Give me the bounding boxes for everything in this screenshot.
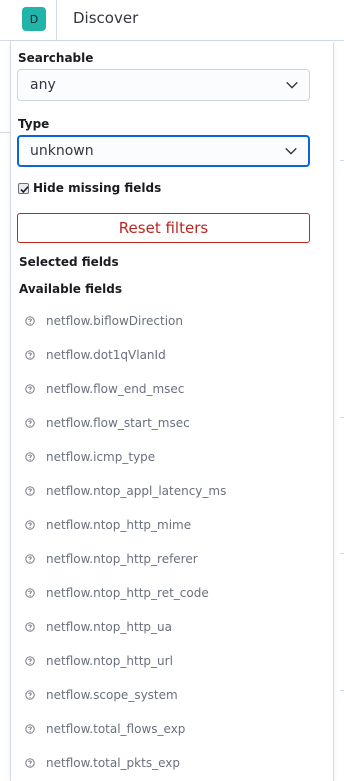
field-name: netflow.biflowDirection [46,314,183,328]
field-name: netflow.ntop_http_url [46,654,173,668]
divider [0,132,10,133]
divider [56,0,57,41]
checkmark-icon [20,185,29,193]
field-name: netflow.total_pkts_exp [46,756,180,770]
question-circle-icon [25,350,35,360]
type-select-value: unknown [30,143,94,159]
question-circle-icon [25,486,35,496]
question-circle-icon [25,452,35,462]
question-circle-icon [25,384,35,394]
field-name: netflow.dot1qVlanId [46,348,166,362]
field-list-item[interactable]: netflow.ntop_http_ret_code [25,584,209,602]
field-name: netflow.ntop_appl_latency_ms [46,484,227,498]
field-list-item[interactable]: netflow.total_flows_exp [25,720,185,738]
field-list-item[interactable]: netflow.ntop_http_url [25,652,173,670]
field-list-item[interactable]: netflow.ntop_http_referer [25,550,198,568]
hide-missing-fields-toggle[interactable]: Hide missing fields [18,181,161,195]
field-name: netflow.scope_system [46,688,178,702]
field-list-item[interactable]: netflow.ntop_http_ua [25,618,172,636]
field-name: netflow.icmp_type [46,450,156,464]
field-list-item[interactable]: netflow.total_pkts_exp [25,754,180,772]
field-list-item[interactable]: netflow.icmp_type [25,448,155,466]
question-circle-icon [25,690,35,700]
divider [340,690,344,691]
field-list-item[interactable]: netflow.flow_end_msec [25,380,184,398]
searchable-select-value: any [30,77,56,93]
field-name: netflow.ntop_http_referer [46,552,198,566]
question-circle-icon [25,588,35,598]
app-badge[interactable]: D [22,7,46,31]
searchable-select[interactable]: any [17,69,310,101]
type-select[interactable]: unknown [17,135,310,167]
divider [340,553,344,554]
question-circle-icon [25,520,35,530]
hide-missing-checkbox[interactable] [18,182,29,194]
top-bar: D Discover [0,0,344,41]
searchable-label: Searchable [18,51,94,65]
available-fields-title: Available fields [19,282,123,296]
field-filter-panel: Searchable any Type unknown Hide missing… [10,42,334,781]
question-circle-icon [25,758,35,768]
hide-missing-label: Hide missing fields [33,181,162,195]
field-name: netflow.total_flows_exp [46,722,186,736]
divider [340,417,344,418]
field-list-item[interactable]: netflow.ntop_appl_latency_ms [25,482,226,500]
question-circle-icon [25,622,35,632]
field-name: netflow.ntop_http_mime [46,518,192,532]
field-list-item[interactable]: netflow.biflowDirection [25,312,183,330]
type-label: Type [18,117,50,131]
field-name: netflow.flow_end_msec [46,382,185,396]
question-circle-icon [25,418,35,428]
field-list-item[interactable]: netflow.flow_start_msec [25,414,190,432]
question-circle-icon [25,554,35,564]
field-name: netflow.flow_start_msec [46,416,190,430]
field-list-item[interactable]: netflow.dot1qVlanId [25,346,166,364]
field-name: netflow.ntop_http_ret_code [46,586,209,600]
reset-filters-button[interactable]: Reset filters [17,213,310,243]
question-circle-icon [25,656,35,666]
field-list-item[interactable]: netflow.ntop_http_mime [25,516,191,534]
field-list-item[interactable]: netflow.scope_system [25,686,178,704]
chevron-down-icon [286,81,298,89]
selected-fields-title: Selected fields [19,255,119,269]
question-circle-icon [25,724,35,734]
field-name: netflow.ntop_http_ua [46,620,172,634]
question-circle-icon [25,316,35,326]
divider [340,160,344,161]
page-title: Discover [73,9,139,27]
chevron-down-icon [285,147,297,155]
